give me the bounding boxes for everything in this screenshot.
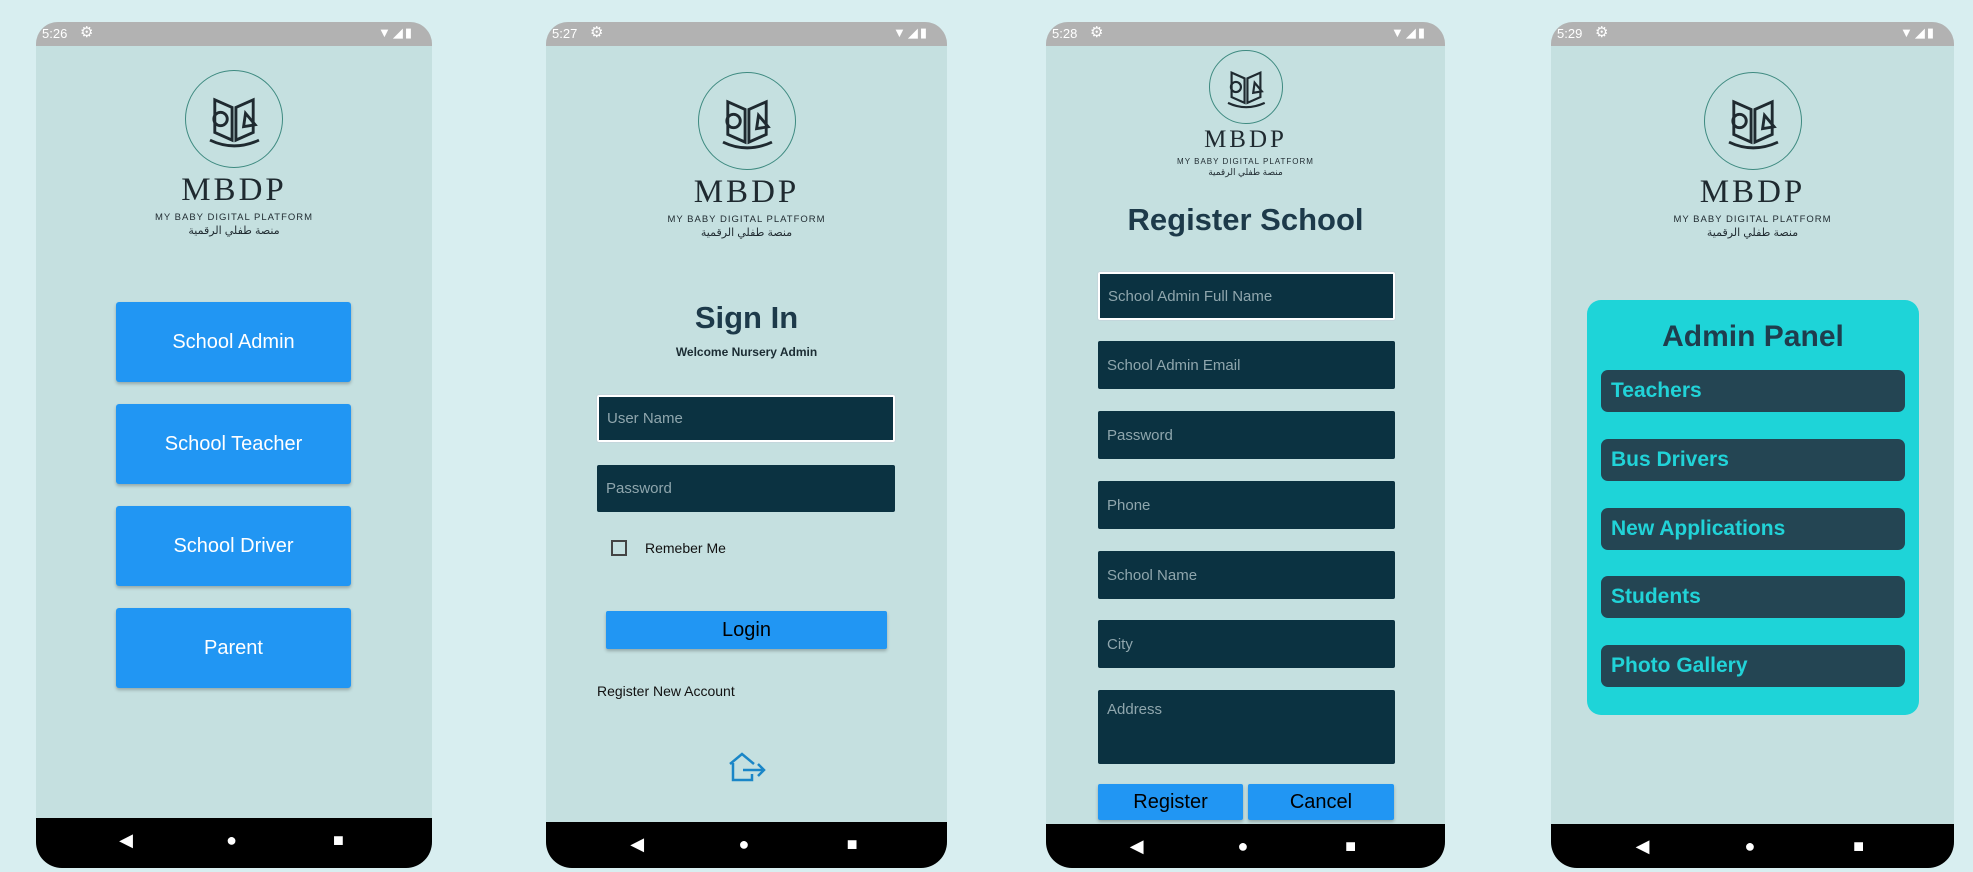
phone-screen-admin-panel: 5:29 ⚙ ▼◢▮ MBDP MY BABY DIGITAL PLATFORM… [1551,22,1954,868]
phone-screen-role-select: 5:26 ⚙ ▼◢▮ MBDP MY BABY DIGITAL PLATFORM… [36,22,432,868]
book-scale-logo-icon [185,70,283,168]
admin-email-input[interactable]: School Admin Email [1098,341,1395,389]
signal-battery-icon: ▼◢▮ [377,25,414,40]
page-title: Sign In [694,300,799,335]
logo-arabic: منصة طفلي الرقمية [1706,227,1799,239]
navigation-bar: ◀ ● ■ [36,818,432,868]
logo-arabic: منصة طفلي الرقمية [188,225,280,237]
status-bar: 5:26 ⚙ ▼◢▮ [36,22,432,46]
navigation-bar: ◀ ● ■ [1551,824,1954,868]
gear-icon: ⚙ [1595,24,1609,41]
book-scale-logo-icon [1208,50,1283,124]
signal-battery-icon: ▼◢▮ [892,25,929,40]
status-bar: 5:29 ⚙ ▼◢▮ [1551,22,1954,46]
page-title: Register School [1127,202,1364,237]
admin-panel: Admin Panel Teachers Bus Drivers New App… [1587,300,1919,715]
gear-icon: ⚙ [590,24,604,41]
home-icon[interactable]: ● [1744,836,1755,857]
login-button[interactable]: Login [606,611,887,649]
students-button[interactable]: Students [1601,576,1905,618]
navigation-bar: ◀ ● ■ [546,822,947,868]
app-logo: MBDP MY BABY DIGITAL PLATFORM منصة طفلي … [1046,50,1445,178]
signal-battery-icon: ▼◢▮ [1899,25,1936,40]
back-icon[interactable]: ◀ [119,830,133,851]
status-bar: 5:28 ⚙ ▼◢▮ [1046,22,1445,46]
logo-name: MBDP [1699,174,1806,210]
recent-apps-icon[interactable]: ■ [1853,836,1864,857]
remember-me-checkbox[interactable] [611,540,627,556]
home-icon[interactable]: ● [226,830,237,851]
school-teacher-button[interactable]: School Teacher [116,404,351,484]
home-icon[interactable]: ● [1238,836,1249,857]
recent-apps-icon[interactable]: ■ [847,834,858,855]
bus-drivers-button[interactable]: Bus Drivers [1601,439,1905,481]
address-input[interactable]: Address [1098,690,1395,764]
page-subtitle: Welcome Nursery Admin [675,345,818,359]
gear-icon: ⚙ [80,24,94,41]
remember-me-label: Remeber Me [645,540,726,556]
home-icon[interactable]: ● [738,834,749,855]
recent-apps-icon[interactable]: ■ [333,830,344,851]
register-new-account-link[interactable]: Register New Account [597,683,735,699]
register-button[interactable]: Register [1098,784,1243,820]
password-input[interactable]: Password [597,465,895,512]
photo-gallery-button[interactable]: Photo Gallery [1601,645,1905,687]
cancel-button[interactable]: Cancel [1248,784,1394,820]
signal-battery-icon: ▼◢▮ [1390,25,1427,40]
logo-arabic: منصة طفلي الرقمية [700,227,793,239]
school-driver-button[interactable]: School Driver [116,506,351,586]
status-time: 5:29 [1557,26,1583,41]
gear-icon: ⚙ [1090,24,1104,41]
logout-icon[interactable] [726,750,768,784]
navigation-bar: ◀ ● ■ [1046,824,1445,868]
status-time: 5:26 [42,26,68,41]
password-input[interactable]: Password [1098,411,1395,459]
school-admin-button[interactable]: School Admin [116,302,351,382]
teachers-button[interactable]: Teachers [1601,370,1905,412]
status-time: 5:27 [552,26,578,41]
status-bar: 5:27 ⚙ ▼◢▮ [546,22,947,46]
phone-screen-sign-in: 5:27 ⚙ ▼◢▮ MBDP MY BABY DIGITAL PLATFORM… [546,22,947,868]
logo-name: MBDP [181,172,287,208]
status-time: 5:28 [1052,26,1078,41]
new-applications-button[interactable]: New Applications [1601,508,1905,550]
logo-tagline: MY BABY DIGITAL PLATFORM [154,212,314,223]
logo-tagline: MY BABY DIGITAL PLATFORM [1673,214,1832,225]
city-input[interactable]: City [1098,620,1395,668]
app-logo: MBDP MY BABY DIGITAL PLATFORM منصة طفلي … [546,72,947,239]
school-name-input[interactable]: School Name [1098,551,1395,599]
book-scale-logo-icon [1703,72,1802,170]
phone-input[interactable]: Phone [1098,481,1395,529]
parent-button[interactable]: Parent [116,608,351,688]
admin-full-name-input[interactable]: School Admin Full Name [1097,271,1396,321]
phone-screen-register-school: 5:28 ⚙ ▼◢▮ MBDP MY BABY DIGITAL PLATFORM… [1046,22,1445,868]
logo-tagline: MY BABY DIGITAL PLATFORM [1177,157,1314,166]
back-icon[interactable]: ◀ [1130,836,1144,857]
recent-apps-icon[interactable]: ■ [1345,836,1356,857]
logo-tagline: MY BABY DIGITAL PLATFORM [667,214,826,225]
admin-panel-title: Admin Panel [1662,320,1844,353]
app-logo: MBDP MY BABY DIGITAL PLATFORM منصة طفلي … [36,70,432,237]
username-input[interactable]: User Name [596,394,896,443]
logo-name: MBDP [1204,126,1287,153]
back-icon[interactable]: ◀ [630,834,644,855]
app-logo: MBDP MY BABY DIGITAL PLATFORM منصة طفلي … [1551,72,1954,239]
book-scale-logo-icon [697,72,796,170]
logo-arabic: منصة طفلي الرقمية [1208,167,1283,177]
back-icon[interactable]: ◀ [1636,836,1650,857]
logo-name: MBDP [693,174,800,210]
